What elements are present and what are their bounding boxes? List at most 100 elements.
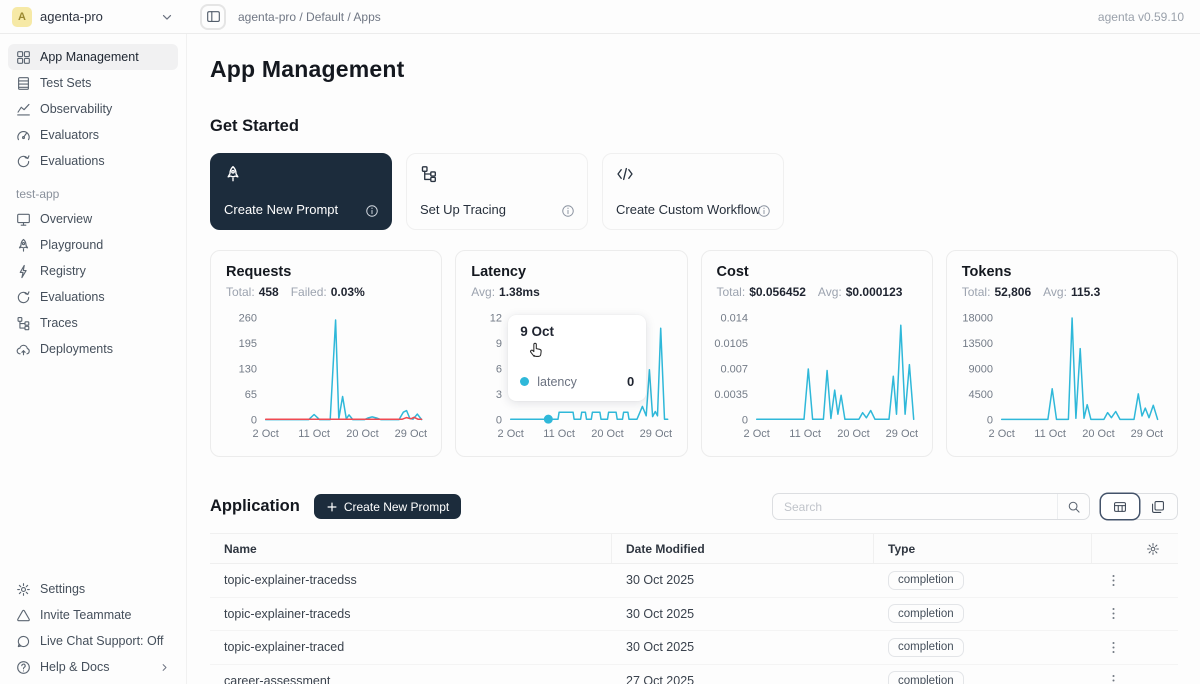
- tokens-chart[interactable]: 04500900013500180002 Oct11 Oct20 Oct29 O…: [953, 310, 1171, 450]
- view-toggle: [1100, 493, 1178, 520]
- cell-date-modified: 30 Oct 2025: [612, 573, 874, 587]
- x-tick-label: 29 Oct: [885, 428, 917, 440]
- chart-stat-value: 0.03%: [331, 285, 365, 299]
- panel-left-icon: [206, 9, 221, 24]
- y-tick-label: 0: [251, 415, 257, 427]
- charts-row: RequestsTotal:458Failed:0.03%06513019526…: [210, 250, 1178, 457]
- requests-chart[interactable]: 0651301952602 Oct11 Oct20 Oct29 Oct: [217, 310, 435, 450]
- sidebar-item-label: Registry: [40, 264, 86, 278]
- sidebar-item-evaluators[interactable]: Evaluators: [8, 122, 178, 148]
- sidebar-item-traces[interactable]: Traces: [8, 310, 178, 336]
- create-custom-workflow-card[interactable]: Create Custom Workflow: [602, 153, 784, 230]
- breadcrumb: agenta-pro / Default / Apps: [238, 10, 381, 24]
- chart-title: Cost: [717, 264, 917, 280]
- sidebar-toggle-button[interactable]: [200, 4, 226, 30]
- chart-stat: Avg:1.38ms: [471, 285, 540, 299]
- get-started-cards: Create New PromptSet Up TracingCreate Cu…: [210, 153, 1178, 230]
- y-tick-label: 6: [496, 364, 502, 376]
- chart-stat: Total:458: [226, 285, 279, 299]
- sidebar-item-evaluations[interactable]: Evaluations: [8, 284, 178, 310]
- y-tick-label: 9000: [968, 364, 992, 376]
- card-view-button[interactable]: [1139, 494, 1177, 519]
- cost-chart[interactable]: 00.00350.0070.01050.0142 Oct11 Oct20 Oct…: [708, 310, 926, 450]
- chevron-right-icon: [159, 662, 170, 673]
- x-tick-label: 2 Oct: [498, 428, 524, 440]
- sidebar-item-playground[interactable]: Playground: [8, 232, 178, 258]
- sidebar-item-label: Invite Teammate: [40, 608, 131, 622]
- table-view-icon: [1113, 500, 1127, 514]
- get-started-title: Get Started: [210, 117, 1178, 136]
- sidebar-item-test-sets[interactable]: Test Sets: [8, 70, 178, 96]
- sidebar-item-overview[interactable]: Overview: [8, 206, 178, 232]
- evaluations-icon: [16, 290, 31, 305]
- sidebar-item-deployments[interactable]: Deployments: [8, 336, 178, 362]
- sidebar-item-settings[interactable]: Settings: [8, 576, 178, 602]
- sidebar-item-registry[interactable]: Registry: [8, 258, 178, 284]
- sidebar-item-label: Evaluators: [40, 128, 99, 142]
- cell-name: topic-explainer-traceds: [210, 607, 612, 621]
- row-menu-button[interactable]: [1106, 673, 1121, 684]
- sidebar-item-live-chat-support-off[interactable]: Live Chat Support: Off: [8, 628, 178, 654]
- registry-icon: [16, 264, 31, 279]
- sidebar-item-label: Deployments: [40, 342, 113, 356]
- observability-icon: [16, 102, 31, 117]
- page-title: App Management: [210, 56, 1178, 83]
- search-button[interactable]: [1057, 494, 1089, 519]
- table-row[interactable]: topic-explainer-traced30 Oct 2025complet…: [210, 631, 1178, 665]
- playground-icon: [16, 238, 31, 253]
- sidebar-item-invite-teammate[interactable]: Invite Teammate: [8, 602, 178, 628]
- table-row[interactable]: topic-explainer-traceds30 Oct 2025comple…: [210, 598, 1178, 632]
- column-header-date-modified[interactable]: Date Modified: [612, 534, 874, 563]
- sidebar-group-label: test-app: [16, 187, 178, 201]
- column-header-name[interactable]: Name: [210, 534, 612, 563]
- table-body: topic-explainer-tracedss30 Oct 2025compl…: [210, 564, 1178, 684]
- sidebar-item-label: Help & Docs: [40, 660, 109, 674]
- evaluators-icon: [16, 128, 31, 143]
- app-version-label: agenta v0.59.10: [1098, 10, 1200, 24]
- y-tick-label: 0: [741, 415, 747, 427]
- sidebar-item-help-docs[interactable]: Help & Docs: [8, 654, 178, 680]
- y-tick-label: 195: [239, 338, 257, 350]
- create-new-prompt-card[interactable]: Create New Prompt: [210, 153, 392, 230]
- application-header: Application Create New Prompt: [210, 493, 1178, 520]
- row-menu-button[interactable]: [1106, 606, 1121, 621]
- sidebar-item-evaluations[interactable]: Evaluations: [8, 148, 178, 174]
- sidebar-item-app-management[interactable]: App Management: [8, 44, 178, 70]
- cell-type: completion: [874, 604, 1092, 623]
- card-view-icon: [1151, 500, 1165, 514]
- info-icon[interactable]: [365, 204, 379, 218]
- chart-stat: Avg:$0.000123: [818, 285, 903, 299]
- table-row[interactable]: career-assessment27 Oct 2025completion: [210, 665, 1178, 684]
- sidebar-item-observability[interactable]: Observability: [8, 96, 178, 122]
- chart-stat: Total:$0.056452: [717, 285, 806, 299]
- table-view-button[interactable]: [1101, 494, 1139, 519]
- column-header-type[interactable]: Type: [874, 534, 1092, 563]
- cell-actions: [1092, 640, 1135, 655]
- search-box: [772, 493, 1090, 520]
- chart-stat-value: 1.38ms: [499, 285, 540, 299]
- table-row[interactable]: topic-explainer-tracedss30 Oct 2025compl…: [210, 564, 1178, 598]
- y-tick-label: 0.014: [720, 313, 748, 325]
- y-tick-label: 4500: [968, 389, 992, 401]
- cell-actions: [1092, 606, 1135, 621]
- info-icon[interactable]: [757, 204, 771, 218]
- cell-actions: [1092, 673, 1135, 684]
- invite-icon: [16, 608, 31, 623]
- test-sets-icon: [16, 76, 31, 91]
- y-tick-label: 18000: [962, 313, 993, 325]
- rocket-icon: [224, 165, 242, 183]
- type-badge: completion: [888, 638, 964, 657]
- workspace-selector[interactable]: A agenta-pro: [0, 0, 186, 33]
- tooltip-series-name: latency: [537, 375, 577, 389]
- tooltip-series-value: 0: [627, 374, 634, 389]
- set-up-tracing-card[interactable]: Set Up Tracing: [406, 153, 588, 230]
- row-menu-button[interactable]: [1106, 640, 1121, 655]
- row-menu-button[interactable]: [1106, 573, 1121, 588]
- search-input[interactable]: [773, 500, 1057, 514]
- create-new-prompt-button[interactable]: Create New Prompt: [314, 494, 461, 519]
- y-tick-label: 130: [239, 364, 257, 376]
- x-tick-label: 2 Oct: [743, 428, 769, 440]
- info-icon[interactable]: [561, 204, 575, 218]
- sidebar-main-menu: App ManagementTest SetsObservability Eval…: [8, 44, 178, 174]
- table-settings-button[interactable]: [1146, 542, 1160, 556]
